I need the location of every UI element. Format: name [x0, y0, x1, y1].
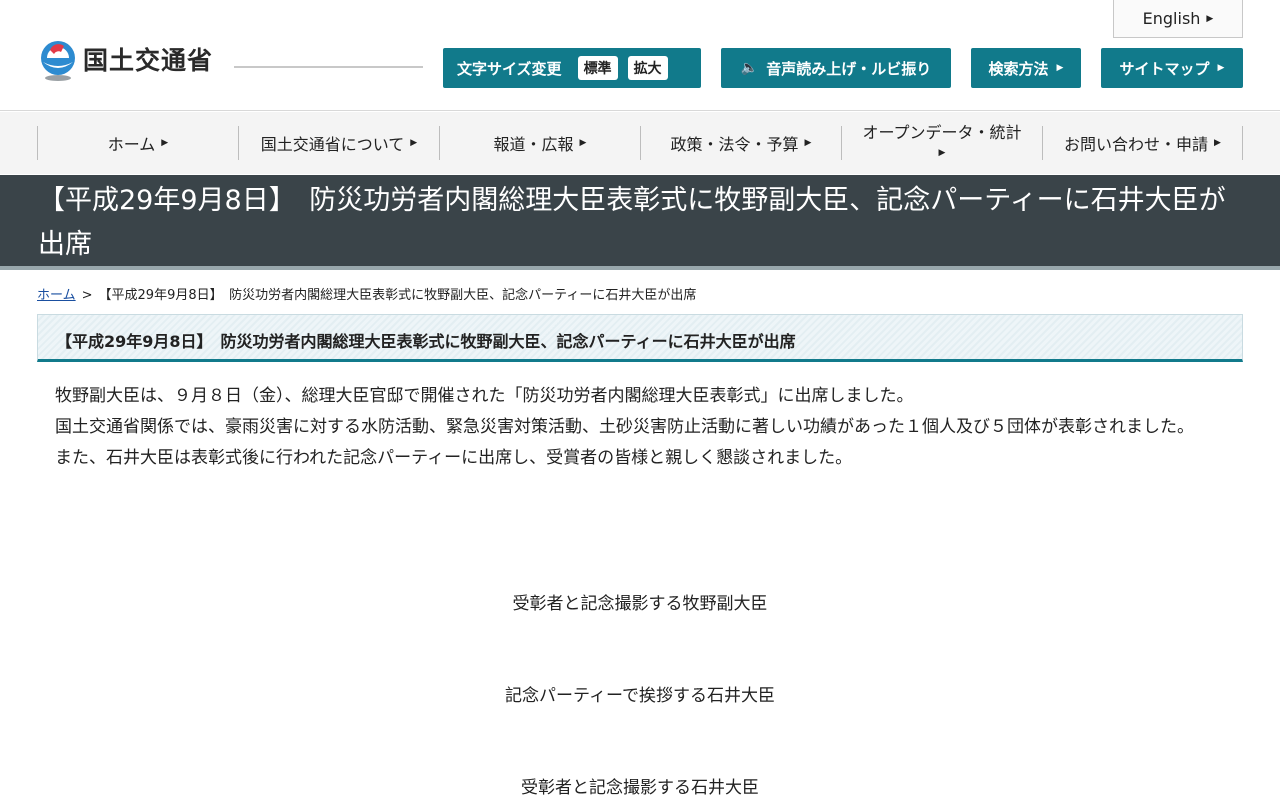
nav-item-label: オープンデータ・統計 [862, 123, 1022, 142]
triangle-right-icon: ▶ [804, 138, 812, 148]
article-paragraph: また、石井大臣は表彰式後に行われた記念パーティーに出席し、受賞者の皆様と親しく懇… [55, 448, 853, 468]
breadcrumb-current: 【平成29年9月8日】 防災功労者内閣総理大臣表彰式に牧野副大臣、記念パーティー… [98, 288, 697, 303]
article-paragraph: 国土交通省関係では、豪雨災害に対する水防活動、緊急災害対策活動、土砂災害防止活動… [55, 417, 1194, 437]
breadcrumb-separator: > [81, 288, 93, 303]
page-title-band: 【平成29年9月8日】 防災功労者内閣総理大臣表彰式に牧野副大臣、記念パーティー… [0, 175, 1280, 270]
triangle-right-icon: ▶ [410, 138, 418, 148]
nav-item-opendata[interactable]: オープンデータ・統計 ▶ [841, 123, 1042, 160]
sitemap-label: サイトマップ [1119, 59, 1210, 78]
site-logo[interactable]: 国土交通省 [37, 36, 213, 82]
triangle-right-icon: ▶ [1217, 63, 1225, 73]
triangle-right-icon: ▶ [1214, 138, 1221, 148]
triangle-right-icon: ▶ [161, 138, 169, 148]
photo-caption: 受彰者と記念撮影する石井大臣 [521, 778, 759, 798]
font-size-large-button[interactable]: 拡大 [627, 56, 668, 80]
photo-caption: 記念パーティーで挨拶する石井大臣 [505, 686, 775, 706]
nav-item-label: お問い合わせ・申請 [1064, 135, 1209, 154]
font-size-label: 文字サイズ変更 [457, 59, 562, 78]
global-nav: ホーム ▶ 国土交通省について ▶ 報道・広報 ▶ 政策・法令・予算 ▶ オープ… [0, 112, 1280, 174]
site-header: 国土交通省 English ▶ 文字サイズ変更 標準 拡大 🔈 音声読み上げ・ル… [0, 0, 1280, 111]
mlit-logo-icon [37, 36, 79, 82]
section-title: 【平成29年9月8日】 防災功労者内閣総理大臣表彰式に牧野副大臣、記念パーティー… [56, 332, 796, 351]
nav-item-press[interactable]: 報道・広報 ▶ [439, 126, 640, 160]
nav-item-contact[interactable]: お問い合わせ・申請 ▶ [1042, 126, 1243, 160]
english-label: English [1142, 9, 1201, 28]
photo-caption: 受彰者と記念撮影する牧野副大臣 [512, 594, 768, 614]
font-size-standard-button[interactable]: 標準 [577, 56, 618, 80]
breadcrumb: ホーム > 【平成29年9月8日】 防災功労者内閣総理大臣表彰式に牧野副大臣、記念パ… [37, 284, 696, 303]
nav-item-home[interactable]: ホーム ▶ [37, 126, 238, 160]
page-title: 【平成29年9月8日】 防災功労者内閣総理大臣表彰式に牧野副大臣、記念パーティー… [38, 185, 1226, 260]
speech-ruby-label: 音声読み上げ・ルビ振り [766, 59, 932, 78]
nav-item-label: 国土交通省について [260, 135, 405, 154]
triangle-right-icon: ▶ [579, 138, 587, 148]
search-method-button[interactable]: 検索方法 ▶ [971, 48, 1081, 88]
speech-ruby-button[interactable]: 🔈 音声読み上げ・ルビ振り [721, 48, 951, 88]
article-body: 牧野副大臣は、９月８日（金）、総理大臣官邸で開催された「防災功労者内閣総理大臣表… [38, 381, 1243, 474]
nav-item-label: 報道・広報 [493, 135, 574, 154]
nav-item-about[interactable]: 国土交通省について ▶ [238, 126, 439, 160]
triangle-right-icon: ▶ [1056, 63, 1064, 73]
search-method-label: 検索方法 [988, 59, 1049, 78]
triangle-right-icon: ▶ [938, 148, 946, 158]
nav-item-label: 政策・法令・予算 [670, 135, 799, 154]
nav-item-label: ホーム [107, 135, 156, 154]
triangle-right-icon: ▶ [1206, 13, 1214, 24]
nav-item-policy[interactable]: 政策・法令・予算 ▶ [640, 126, 841, 160]
font-size-control: 文字サイズ変更 標準 拡大 [443, 48, 701, 88]
header-divider [234, 66, 423, 68]
breadcrumb-home-link[interactable]: ホーム [37, 288, 76, 303]
article-paragraph: 牧野副大臣は、９月８日（金）、総理大臣官邸で開催された「防災功労者内閣総理大臣表… [55, 386, 914, 406]
speaker-icon: 🔈 [740, 60, 759, 76]
english-link[interactable]: English ▶ [1113, 0, 1243, 38]
logo-text: 国土交通省 [83, 46, 214, 75]
sitemap-button[interactable]: サイトマップ ▶ [1101, 48, 1243, 88]
section-header: 【平成29年9月8日】 防災功労者内閣総理大臣表彰式に牧野副大臣、記念パーティー… [37, 314, 1243, 362]
